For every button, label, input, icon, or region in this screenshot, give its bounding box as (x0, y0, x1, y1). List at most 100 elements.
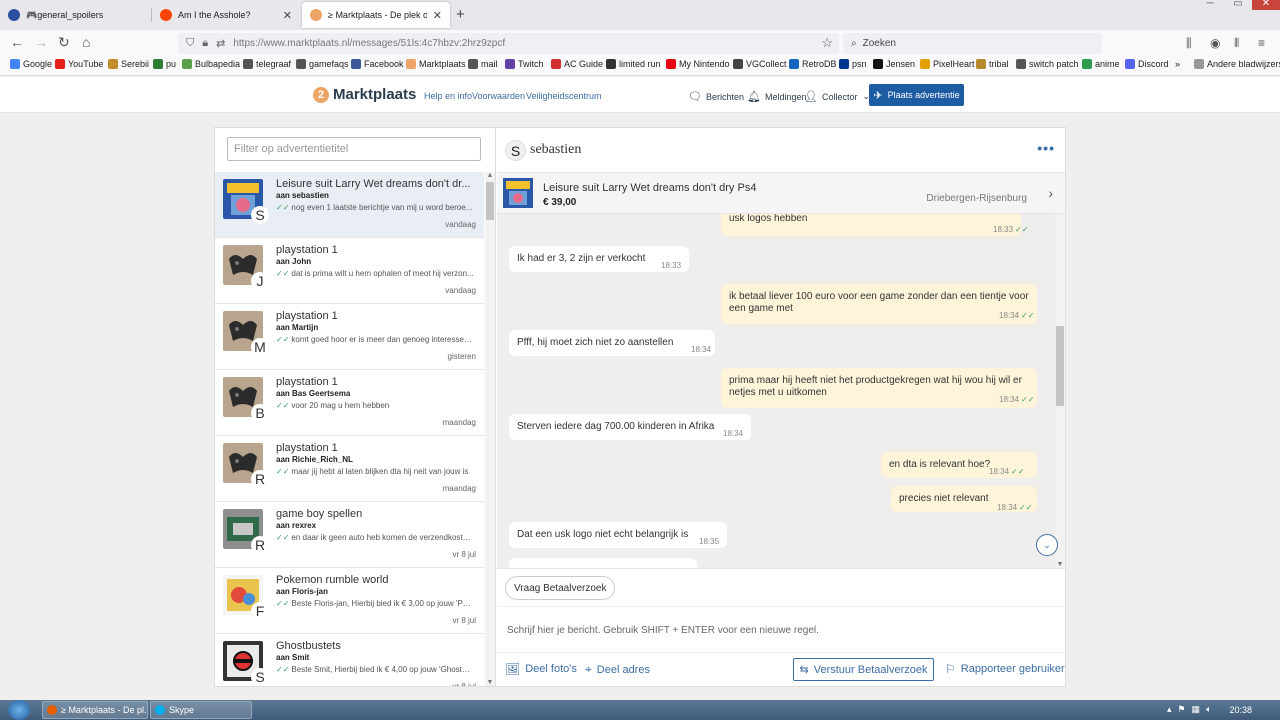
conversation-item[interactable]: S Leisure suit Larry Wet dreams don't dr.… (215, 172, 484, 238)
bookmark-retrodb[interactable]: RetroDB (789, 59, 837, 69)
share-photos-button[interactable]: 🖼︎ Deel foto's (505, 662, 577, 676)
bookmark-twitch[interactable]: Twitch (505, 59, 544, 69)
scrollbar-thumb[interactable] (1056, 326, 1064, 406)
bookmark-serebii[interactable]: Serebii (108, 59, 149, 69)
request-payment-chip[interactable]: Vraag Betaalverzoek (505, 576, 616, 600)
scrollbar-thumb[interactable] (486, 182, 494, 220)
conversation-item[interactable]: S Ghostbustets aan Smit ✓✓ Beste Smit, Hierb… (215, 634, 484, 686)
conversation-item[interactable]: Rplaystation 1 aan Richie_Rich_NL ✓✓ maar j… (215, 436, 484, 502)
flag-icon[interactable]: ⚑ (1177, 704, 1185, 715)
message-text: Pfff, hij moet zich niet zo aanstellen (517, 337, 674, 348)
jump-to-latest-icon[interactable]: ⌄ (1036, 534, 1058, 556)
bookmark-bulbapedia[interactable]: Bulbapedia (182, 59, 240, 69)
message-input[interactable] (507, 619, 1047, 641)
notifications-link[interactable]: 🔔︎ Meldingen (747, 90, 807, 103)
address-bar[interactable]: ⛉ 🔒︎ ⇄ https://www.marktplaats.nl/messag… (178, 33, 839, 54)
volume-icon[interactable]: 🔈︎ (1206, 704, 1211, 715)
bookmark-pu[interactable]: pu (153, 59, 176, 69)
scroll-down-icon[interactable]: ▼ (485, 679, 495, 686)
message-received: Sterven iedere dag 700.00 kinderen in Af… (509, 414, 751, 440)
menu-icon[interactable]: ≡ (1258, 36, 1265, 50)
message-thread-scrollbar[interactable]: ▼ (1055, 214, 1065, 568)
minimize-icon[interactable]: ─ (1196, 0, 1224, 10)
conversation-list-scrollbar[interactable]: ▲ ▼ (485, 172, 495, 686)
extensions-icon[interactable]: ⦀ (1234, 36, 1239, 51)
conversation-item[interactable]: Rgame boy spellen aan rexrex ✓✓ en daar ik … (215, 502, 484, 568)
bookmark-telegraaf[interactable]: telegraaf (243, 59, 291, 69)
tray-expand-icon[interactable]: ▴ (1167, 704, 1172, 715)
bookmark-my-nintendo[interactable]: My Nintendo (666, 59, 730, 69)
bookmark-anime[interactable]: anime (1082, 59, 1120, 69)
bookmark-psn[interactable]: psn (839, 59, 867, 69)
bookmark-youtube[interactable]: YouTube (55, 59, 103, 69)
filter-input[interactable] (227, 137, 481, 161)
bookmark-facebook[interactable]: Facebook (351, 59, 404, 69)
image-icon: 🖼︎ (505, 662, 521, 676)
bookmark-star-icon[interactable]: ☆ (821, 35, 833, 51)
browser-search-box[interactable]: ⌕ Zoeken (843, 33, 1102, 54)
library-icon[interactable]: ⫼ (1186, 36, 1192, 51)
avatar: R (251, 470, 269, 488)
bookmark-mail[interactable]: mail (468, 59, 498, 69)
conversation-item[interactable]: Jplaystation 1 aan John ✓✓ dat is prima wil… (215, 238, 484, 304)
bookmark-discord[interactable]: Discord (1125, 59, 1169, 69)
bookmark-jensen[interactable]: Jensen (873, 59, 915, 69)
avatar: J (251, 272, 269, 290)
bookmark-pixelheart[interactable]: PixelHeart (920, 59, 975, 69)
share-address-button[interactable]: ⌖ Deel adres (585, 662, 650, 677)
message-time: 18:34 (723, 429, 744, 438)
account-menu[interactable]: 👤︎ Collector ⌄ (804, 90, 870, 103)
bookmark-vgcollect[interactable]: VGCollect (733, 59, 787, 69)
reload-icon[interactable]: ↻ (58, 34, 70, 51)
chevron-right-icon[interactable]: › (1048, 185, 1053, 201)
bookmark-google[interactable]: Google (10, 59, 52, 69)
bookmark-marktplaats[interactable]: Marktplaats (406, 59, 466, 69)
account-icon[interactable]: ◉ (1210, 36, 1220, 50)
chat-partner-name[interactable]: sebastien (530, 142, 581, 158)
back-icon[interactable]: ← (10, 34, 24, 50)
conversation-title: playstation 1 (276, 376, 338, 388)
bookmark-tribal[interactable]: tribal (976, 59, 1009, 69)
preview-text: voor 20 mag u hem hebben (291, 401, 390, 410)
more-bookmarks-icon[interactable]: » (1175, 59, 1180, 69)
tab-marktplaats[interactable]: ≥ Marktplaats - De plek om nie ✕ (302, 2, 450, 28)
terms-link[interactable]: Voorwaarden (472, 91, 525, 101)
start-button-icon[interactable] (8, 700, 30, 720)
listing-location: Driebergen-Rijsenburg (926, 193, 1027, 204)
network-icon[interactable]: ▦ (1192, 704, 1201, 715)
conversation-item[interactable]: F Pokemon rumble world aan Floris-jan ✓✓ Bes… (215, 568, 484, 634)
close-tab-icon[interactable]: ✕ (433, 9, 442, 22)
messages-link[interactable]: 🗨︎ Berichten (688, 90, 744, 103)
tab-general-spoilers[interactable]: 🎮general_spoilers (0, 2, 150, 28)
taskbar-skype[interactable]: Skype (150, 701, 252, 719)
bookmark-other[interactable]: Andere bladwijzers (1194, 59, 1280, 69)
marktplaats-logo[interactable]: 2 Marktplaats (313, 86, 416, 103)
send-payment-request-button[interactable]: ⇆ Verstuur Betaalverzoek (793, 658, 934, 681)
new-tab-icon[interactable]: + (456, 6, 465, 23)
scroll-up-icon[interactable]: ▲ (485, 172, 495, 179)
listing-summary[interactable]: Leisure suit Larry Wet dreams don't dry … (497, 172, 1065, 214)
more-options-icon[interactable]: ••• (1037, 140, 1055, 156)
conversation-item[interactable]: Mplaystation 1 aan Martijn ✓✓ komt goed hoo… (215, 304, 484, 370)
clock[interactable]: 20:38 (1229, 705, 1252, 715)
close-window-icon[interactable]: ✕ (1252, 0, 1280, 10)
nintendo-icon (666, 59, 676, 69)
message-text: en dta is relevant hoe? (889, 459, 991, 470)
bookmark-limited-run[interactable]: limited run (606, 59, 661, 69)
scroll-down-icon[interactable]: ▼ (1055, 561, 1065, 568)
forward-icon[interactable]: → (34, 34, 48, 50)
bookmark-gamefaqs[interactable]: gamefaqs (296, 59, 349, 69)
taskbar-firefox[interactable]: ≥ Marktplaats - De pl... (42, 701, 148, 719)
conversation-date: vr 8 jul (452, 616, 476, 625)
close-tab-icon[interactable]: ✕ (283, 9, 292, 22)
help-link[interactable]: Help en info (424, 91, 472, 101)
safety-link[interactable]: Veiligheidscentrum (526, 91, 602, 101)
bookmark-switch-patch[interactable]: switch patch (1016, 59, 1079, 69)
maximize-icon[interactable]: ▭ (1224, 0, 1252, 10)
home-icon[interactable]: ⌂ (82, 34, 90, 50)
place-ad-button[interactable]: ✈︎ Plaats advertentie (869, 84, 964, 106)
tab-aita[interactable]: Am I the Asshole? ✕ (152, 2, 300, 28)
bookmark-ac-guide[interactable]: AC Guide (551, 59, 603, 69)
conversation-item[interactable]: Bplaystation 1 aan Bas Geertsema ✓✓ voor 20… (215, 370, 484, 436)
report-user-button[interactable]: ⚐ Rapporteer gebruiker (945, 662, 1065, 676)
